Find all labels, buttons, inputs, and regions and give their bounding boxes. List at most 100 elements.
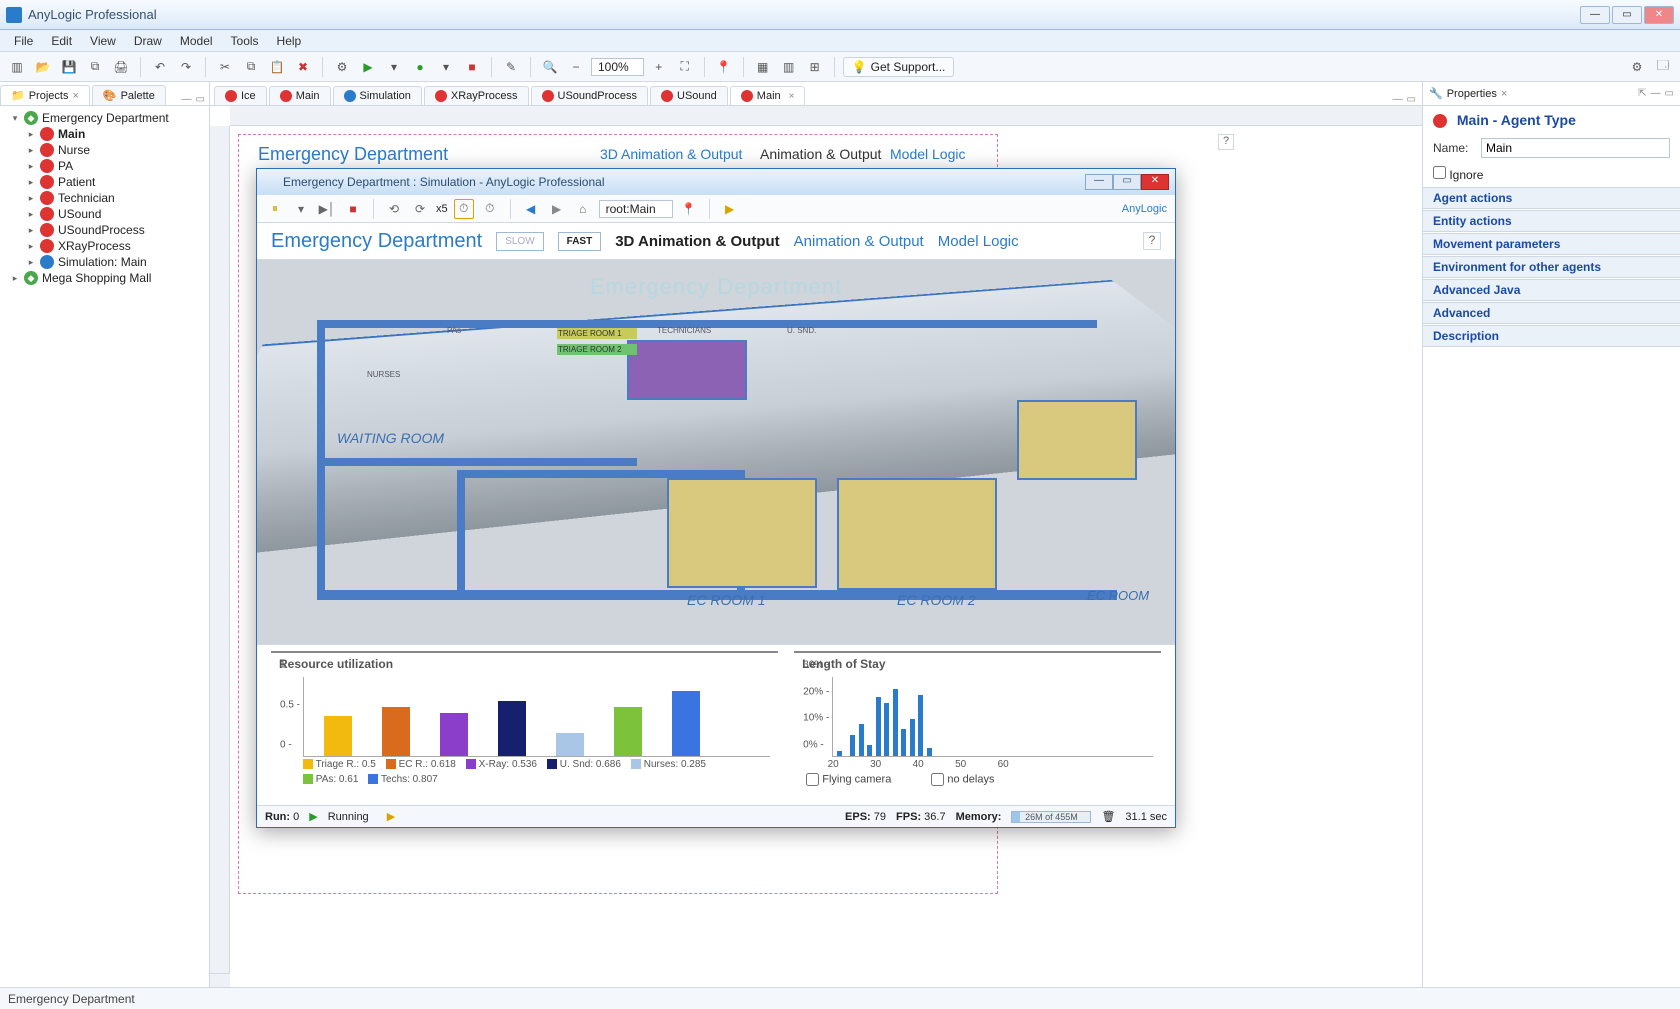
- sim-minimize-button[interactable]: —: [1085, 174, 1113, 190]
- new-button[interactable]: ▥: [6, 56, 28, 78]
- section-movement[interactable]: Movement parameters: [1423, 233, 1680, 255]
- tab-main2[interactable]: Main×: [730, 86, 806, 105]
- copy-button[interactable]: ⧉: [240, 56, 262, 78]
- palette-tab[interactable]: 🎨 Palette: [92, 85, 166, 105]
- maximize-view-icon[interactable]: ▭: [196, 94, 205, 105]
- max-icon[interactable]: ▭: [1665, 88, 1674, 99]
- sim-drop-button[interactable]: ▾: [291, 199, 311, 219]
- sim-root-select[interactable]: root:Main: [599, 200, 673, 218]
- section-advanced[interactable]: Advanced: [1423, 302, 1680, 324]
- projects-tab[interactable]: 📁 Projects ×: [0, 85, 90, 105]
- canvas-help-button[interactable]: ?: [1218, 134, 1234, 150]
- sim-play2-button[interactable]: ▶: [720, 199, 740, 219]
- sim-virtual-button[interactable]: ⏱: [480, 199, 500, 219]
- cut-button[interactable]: ✂: [214, 56, 236, 78]
- ignore-checkbox[interactable]: [1433, 166, 1446, 179]
- snap-button[interactable]: ▥: [778, 56, 800, 78]
- tree-main[interactable]: ▸Main: [22, 126, 207, 142]
- trash-icon[interactable]: 🗑: [1101, 810, 1115, 823]
- close-icon[interactable]: ×: [72, 90, 78, 102]
- redo-button[interactable]: ↷: [175, 56, 197, 78]
- sim-realtime-button[interactable]: ⏱: [454, 199, 474, 219]
- menu-model[interactable]: Model: [172, 32, 221, 50]
- sim-fast-button[interactable]: FAST: [558, 232, 602, 251]
- window-close-button[interactable]: ✕: [1644, 6, 1674, 24]
- tab-simulation[interactable]: Simulation: [333, 86, 422, 105]
- minimize-view-icon[interactable]: —: [182, 94, 192, 105]
- tree-pa[interactable]: ▸PA: [22, 158, 207, 174]
- zoom-in-button[interactable]: +: [648, 56, 670, 78]
- sim-speed-up-button[interactable]: ⟳: [410, 199, 430, 219]
- tree-usoundprocess[interactable]: ▸USoundProcess: [22, 222, 207, 238]
- canvas-view-anim[interactable]: Animation & Output: [760, 146, 881, 162]
- sim-pause-button[interactable]: ⏸: [265, 199, 285, 219]
- zoom-fit-button[interactable]: ⛶: [674, 56, 696, 78]
- undo-button[interactable]: ↶: [149, 56, 171, 78]
- tree-simulation-main[interactable]: ▸Simulation: Main: [22, 254, 207, 270]
- close-icon[interactable]: ×: [1501, 88, 1507, 100]
- section-environment[interactable]: Environment for other agents: [1423, 256, 1680, 278]
- tree-root-ed[interactable]: ▾◆ Emergency Department: [6, 110, 207, 126]
- sim-speed-down-button[interactable]: ⟲: [384, 199, 404, 219]
- tab-xrayprocess[interactable]: XRayProcess: [424, 86, 529, 105]
- pin-button[interactable]: 📍: [713, 56, 735, 78]
- tab-usound[interactable]: USound: [650, 86, 728, 105]
- pin-icon[interactable]: ⇱: [1638, 88, 1646, 99]
- wand-button[interactable]: ✎: [500, 56, 522, 78]
- tree-root-mall[interactable]: ▸◆ Mega Shopping Mall: [6, 270, 207, 286]
- menu-view[interactable]: View: [82, 32, 124, 50]
- run-button[interactable]: ▶: [357, 56, 379, 78]
- build-button[interactable]: ⚙: [331, 56, 353, 78]
- sim-home-button[interactable]: ⌂: [573, 199, 593, 219]
- run-drop-button[interactable]: ▾: [383, 56, 405, 78]
- tab-main1[interactable]: Main: [269, 86, 331, 105]
- menu-edit[interactable]: Edit: [43, 32, 80, 50]
- debug-button[interactable]: ●: [409, 56, 431, 78]
- flying-camera-checkbox[interactable]: Flying camera: [806, 773, 891, 786]
- menu-help[interactable]: Help: [269, 32, 310, 50]
- get-support-button[interactable]: 💡 Get Support...: [843, 57, 955, 77]
- guides-button[interactable]: ⊞: [804, 56, 826, 78]
- zoom-level[interactable]: 100%: [591, 58, 644, 76]
- close-tab-icon[interactable]: ×: [789, 91, 795, 102]
- save-all-button[interactable]: ⧉: [84, 56, 106, 78]
- section-description[interactable]: Description: [1423, 325, 1680, 347]
- window-minimize-button[interactable]: —: [1580, 6, 1610, 24]
- open-button[interactable]: 📂: [32, 56, 54, 78]
- sim-maximize-button[interactable]: ▭: [1113, 174, 1141, 190]
- paste-button[interactable]: 📋: [266, 56, 288, 78]
- tab-usoundprocess[interactable]: USoundProcess: [531, 86, 649, 105]
- section-entity-actions[interactable]: Entity actions: [1423, 210, 1680, 232]
- print-button[interactable]: 🖨: [110, 56, 132, 78]
- zoom-out-button[interactable]: −: [565, 56, 587, 78]
- sim-tab-anim[interactable]: Animation & Output: [794, 233, 924, 250]
- menu-file[interactable]: File: [6, 32, 41, 50]
- project-tree[interactable]: ▾◆ Emergency Department ▸Main ▸Nurse ▸PA…: [0, 106, 209, 290]
- debug-drop-button[interactable]: ▾: [435, 56, 457, 78]
- delete-button[interactable]: ✖: [292, 56, 314, 78]
- sim-close-button[interactable]: ✕: [1141, 174, 1169, 190]
- tree-nurse[interactable]: ▸Nurse: [22, 142, 207, 158]
- grid-button[interactable]: ▦: [752, 56, 774, 78]
- perspective-button[interactable]: ⚙: [1626, 56, 1648, 78]
- sim-slow-button[interactable]: SLOW: [496, 232, 543, 251]
- sim-tab-3d[interactable]: 3D Animation & Output: [615, 233, 779, 250]
- name-field[interactable]: [1481, 138, 1670, 158]
- canvas-view-3d[interactable]: 3D Animation & Output: [600, 146, 742, 162]
- sim-tab-logic[interactable]: Model Logic: [938, 233, 1019, 250]
- window-maximize-button[interactable]: ▭: [1612, 6, 1642, 24]
- simulation-window[interactable]: Emergency Department : Simulation - AnyL…: [256, 168, 1176, 828]
- zoom-tool-button[interactable]: 🔍: [539, 56, 561, 78]
- tree-patient[interactable]: ▸Patient: [22, 174, 207, 190]
- tree-technician[interactable]: ▸Technician: [22, 190, 207, 206]
- sim-nav-fwd-button[interactable]: ▶: [547, 199, 567, 219]
- tree-usound[interactable]: ▸USound: [22, 206, 207, 222]
- min-icon[interactable]: —: [1651, 88, 1661, 99]
- sim-stop-button[interactable]: ■: [343, 199, 363, 219]
- sim-help-button[interactable]: ?: [1143, 232, 1161, 250]
- no-delays-checkbox[interactable]: no delays: [931, 773, 994, 786]
- stop-button[interactable]: ■: [461, 56, 483, 78]
- views-button[interactable]: 🗔: [1652, 56, 1674, 78]
- menu-tools[interactable]: Tools: [223, 32, 267, 50]
- tab-ice[interactable]: Ice: [214, 86, 267, 105]
